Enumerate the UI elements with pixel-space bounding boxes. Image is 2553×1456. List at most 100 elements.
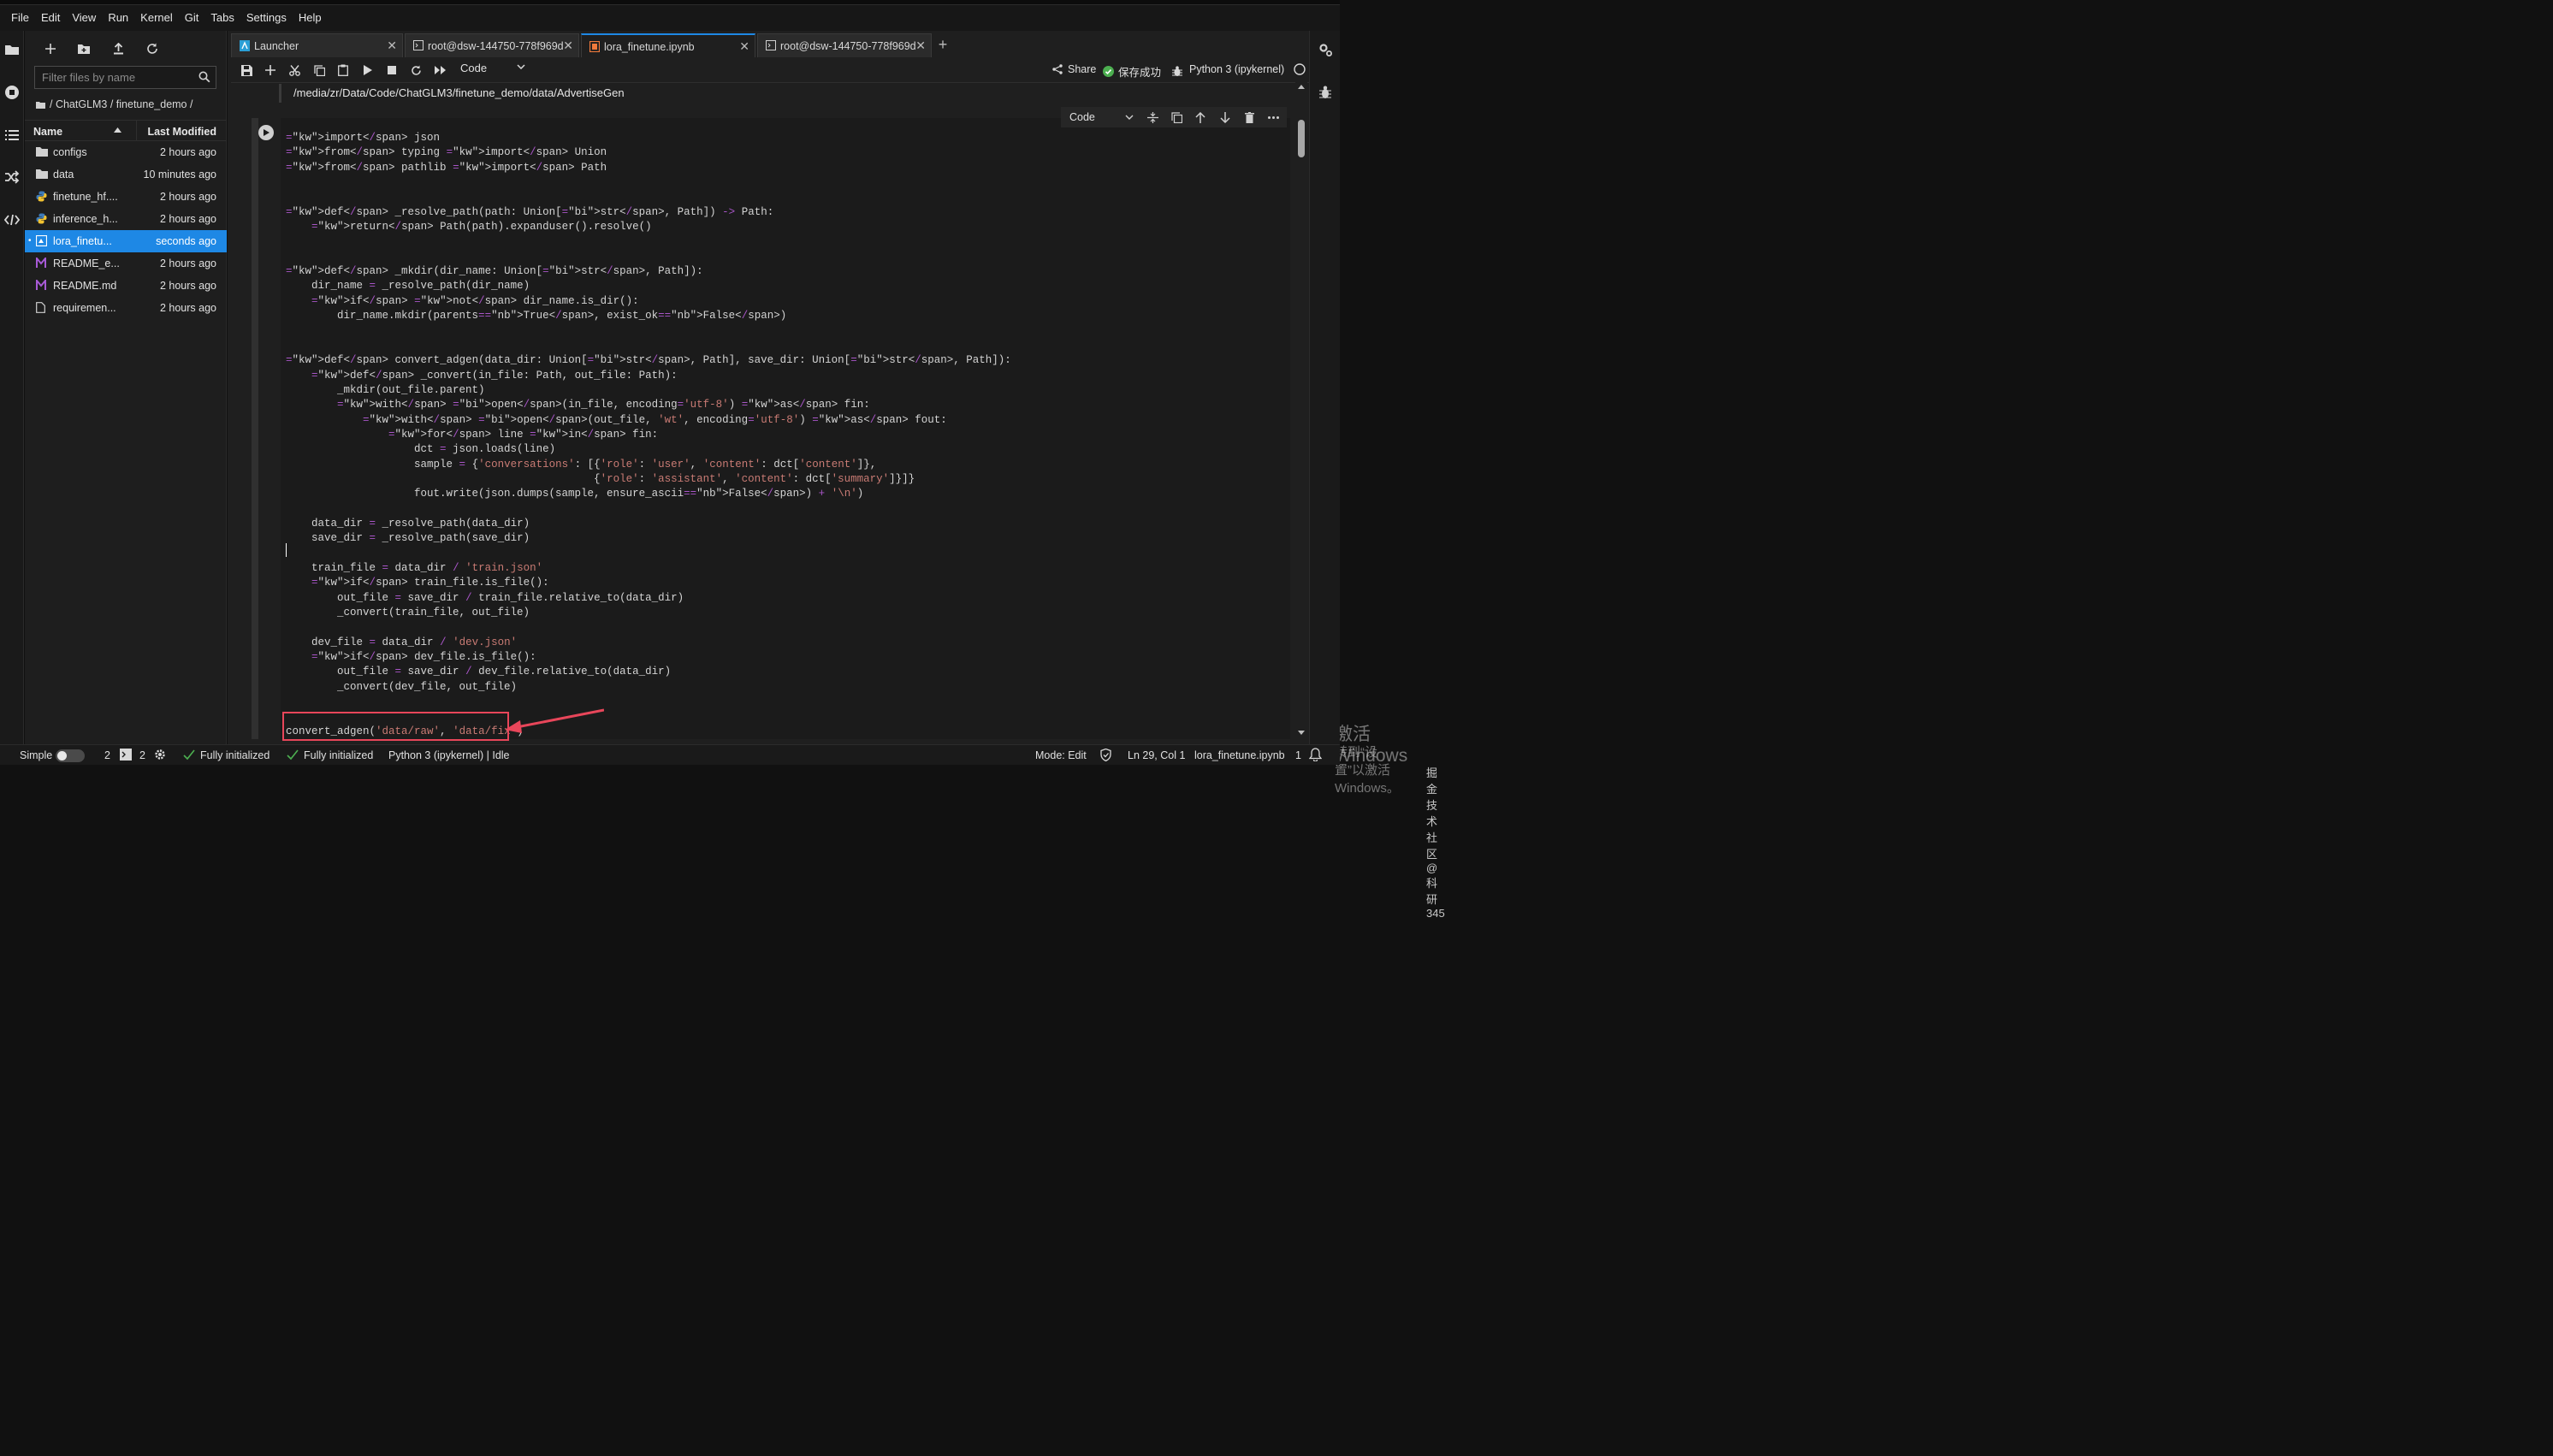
menu-view[interactable]: View [66, 5, 102, 31]
code-line[interactable]: ="kw">from</span> typing ="kw">import</s… [286, 145, 1011, 160]
new-tab-button[interactable]: + [934, 33, 951, 57]
code-line[interactable]: ="kw">return</span> Path(path).expanduse… [286, 220, 1011, 234]
scroll-down-arrow-icon[interactable] [1295, 729, 1307, 737]
code-line[interactable] [286, 190, 1011, 204]
file-row-inference-hf[interactable]: inference_h... 2 hours ago [25, 208, 227, 230]
code-line[interactable]: ="kw">for</span> line ="kw">in</span> fi… [286, 428, 1011, 442]
code-line[interactable]: dir_name = _resolve_path(dir_name) [286, 279, 1011, 293]
file-row-lora-finetune[interactable]: • lora_finetu... seconds ago [25, 230, 227, 252]
active-cell-collapser[interactable] [252, 118, 258, 739]
code-line[interactable]: _convert(train_file, out_file) [286, 606, 1011, 620]
run-cell-button[interactable] [258, 125, 274, 140]
cursor-position[interactable]: Ln 29, Col 1 [1128, 749, 1185, 761]
lsp-status-1[interactable]: Fully initialized [200, 749, 270, 761]
kernel-status[interactable]: Python 3 (ipykernel) | Idle [388, 749, 510, 761]
code-line[interactable]: ="kw">if</span> train_file.is_file(): [286, 576, 1011, 590]
code-line[interactable]: data_dir = _resolve_path(data_dir) [286, 517, 1011, 531]
insert-cell-button[interactable] [261, 61, 280, 80]
kernel-gear-icon[interactable] [154, 749, 166, 761]
menu-git[interactable]: Git [179, 5, 205, 31]
code-line[interactable]: ="kw">with</span> ="bi">open</span>(in_f… [286, 398, 1011, 412]
bell-icon[interactable] [1309, 748, 1322, 761]
file-row-finetune-hf[interactable]: finetune_hf.... 2 hours ago [25, 186, 227, 208]
terminal-icon[interactable] [120, 749, 132, 761]
breadcrumb[interactable]: / ChatGLM3 / finetune_demo / [36, 98, 193, 110]
copy-icon[interactable] [310, 61, 329, 80]
debugger-bug-icon[interactable] [1319, 86, 1331, 99]
new-launcher-button[interactable] [41, 39, 60, 58]
code-line[interactable] [286, 339, 1011, 353]
code-line[interactable]: dct = json.loads(line) [286, 442, 1011, 457]
kernels-count[interactable]: 2 [139, 749, 145, 761]
menu-help[interactable]: Help [293, 5, 328, 31]
code-line[interactable] [286, 502, 1011, 517]
terminals-count[interactable]: 2 [104, 749, 110, 761]
new-folder-button[interactable] [74, 39, 93, 58]
restart-kernel-icon[interactable] [406, 61, 425, 80]
file-browser-icon[interactable] [3, 40, 21, 59]
code-line[interactable]: ="kw">if</span> ="kw">not</span> dir_nam… [286, 294, 1011, 309]
running-sessions-icon[interactable] [3, 83, 21, 102]
menu-kernel[interactable]: Kernel [134, 5, 179, 31]
share-button[interactable]: Share [1052, 63, 1096, 75]
code-line[interactable]: ="kw">import</span> json [286, 131, 1011, 145]
kernel-name-button[interactable]: Python 3 (ipykernel) [1189, 63, 1284, 75]
save-icon[interactable] [237, 61, 256, 80]
file-row-readme-en[interactable]: README_e... 2 hours ago [25, 252, 227, 275]
code-line[interactable]: save_dir = _resolve_path(save_dir) [286, 531, 1011, 546]
property-inspector-gears-icon[interactable] [1318, 43, 1333, 57]
sort-ascending-icon[interactable] [114, 127, 121, 133]
menu-run[interactable]: Run [102, 5, 134, 31]
code-line[interactable]: ="kw">def</span> convert_adgen(data_dir:… [286, 353, 1011, 368]
previous-cell-output[interactable]: /media/zr/Data/Code/ChatGLM3/finetune_de… [279, 84, 1288, 103]
code-line[interactable]: fout.write(json.dumps(sample, ensure_asc… [286, 487, 1011, 501]
delete-cell-trash-icon[interactable] [1241, 109, 1258, 126]
refresh-icon[interactable] [143, 39, 162, 58]
file-row-configs[interactable]: configs 2 hours ago [25, 141, 227, 163]
scroll-up-arrow-icon[interactable] [1295, 82, 1307, 91]
code-editor-lines[interactable]: ="kw">import</span> json ="kw">from</span… [286, 131, 1011, 739]
stop-icon[interactable] [382, 61, 401, 80]
code-line[interactable] [286, 620, 1011, 635]
tab-lora-finetune[interactable]: lora_finetune.ipynb ✕ [581, 33, 755, 57]
code-line[interactable]: ="kw">from</span> pathlib ="kw">import</… [286, 161, 1011, 175]
code-line[interactable]: out_file = save_dir / train_file.relativ… [286, 591, 1011, 606]
tab-terminal-2[interactable]: root@dsw-144750-778f969d ✕ [757, 33, 932, 57]
upload-icon[interactable] [109, 39, 127, 58]
code-line[interactable]: ="kw">if</span> dev_file.is_file(): [286, 650, 1011, 665]
name-column-header[interactable]: Name [33, 126, 62, 138]
code-line[interactable]: dir_name.mkdir(parents=="nb">True</span>… [286, 309, 1011, 323]
close-icon[interactable]: ✕ [387, 38, 397, 53]
code-line[interactable] [286, 547, 1011, 561]
code-line[interactable] [286, 323, 1011, 338]
cell-type-dropdown[interactable]: Code [460, 62, 527, 79]
split-cell-icon[interactable] [1144, 109, 1161, 126]
file-row-data[interactable]: data 10 minutes ago [25, 163, 227, 186]
close-icon[interactable]: ✕ [915, 38, 926, 53]
code-line[interactable] [286, 175, 1011, 190]
code-line[interactable]: _mkdir(out_file.parent) [286, 383, 1011, 398]
close-icon[interactable]: ✕ [739, 39, 749, 54]
code-line[interactable]: ="kw">def</span> _convert(in_file: Path,… [286, 369, 1011, 383]
menu-tabs[interactable]: Tabs [204, 5, 240, 31]
cut-icon[interactable] [285, 61, 304, 80]
code-line[interactable]: train_file = data_dir / 'train.json' [286, 561, 1011, 576]
column-divider[interactable] [136, 121, 137, 140]
code-line[interactable]: ="kw">with</span> ="bi">open</span>(out_… [286, 413, 1011, 428]
lsp-status-2[interactable]: Fully initialized [304, 749, 373, 761]
table-of-contents-icon[interactable] [3, 126, 21, 145]
filter-files-input[interactable] [35, 67, 193, 88]
tab-launcher[interactable]: Launcher ✕ [231, 33, 403, 57]
chevron-down-icon[interactable] [1121, 109, 1138, 126]
modified-column-header[interactable]: Last Modified [147, 126, 216, 138]
code-line[interactable]: out_file = save_dir / dev_file.relative_… [286, 665, 1011, 679]
file-row-readme[interactable]: README.md 2 hours ago [25, 275, 227, 297]
fast-forward-icon[interactable] [431, 61, 450, 80]
more-options-icon[interactable] [1265, 109, 1282, 126]
code-line[interactable] [286, 250, 1011, 264]
paste-icon[interactable] [334, 61, 352, 80]
code-line[interactable] [286, 695, 1011, 709]
code-line[interactable]: sample = {'conversations': [{'role': 'us… [286, 458, 1011, 472]
menu-edit[interactable]: Edit [35, 5, 66, 31]
move-up-arrow-icon[interactable] [1192, 109, 1209, 126]
